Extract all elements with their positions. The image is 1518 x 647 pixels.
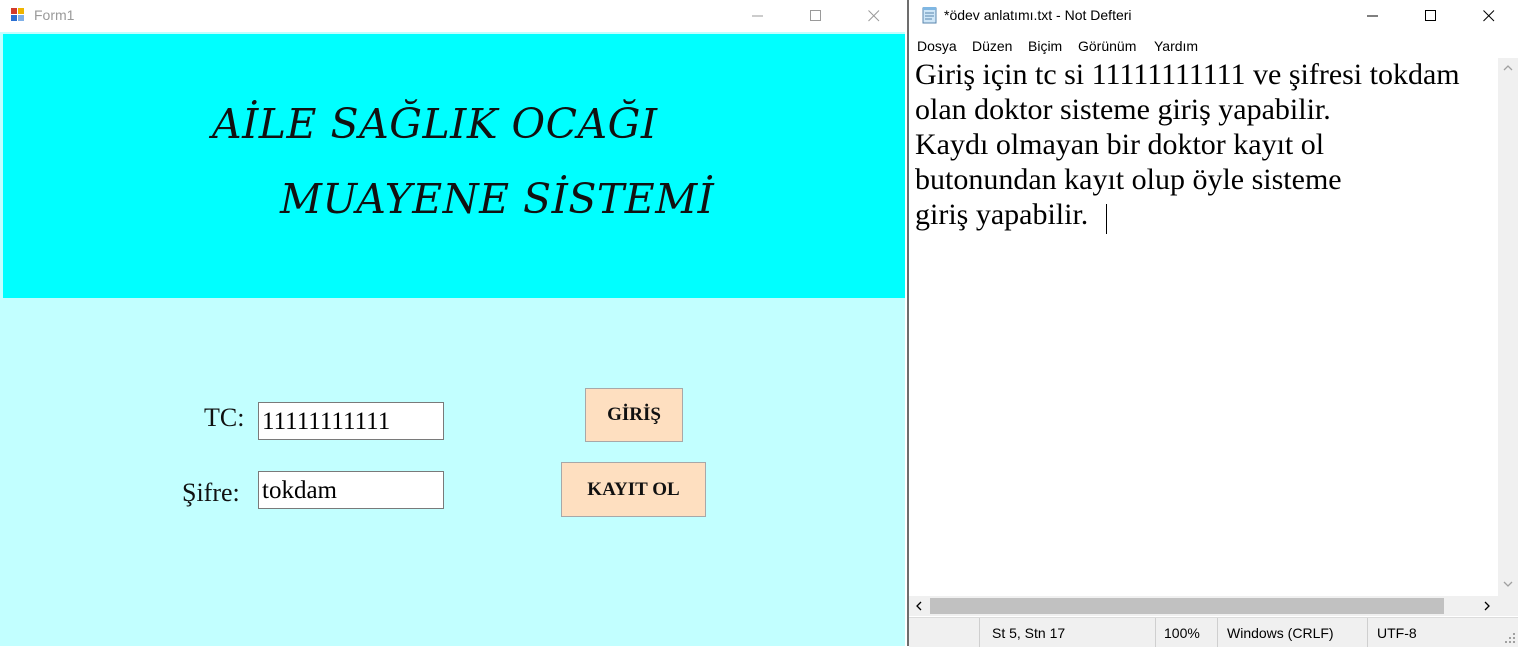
close-icon <box>868 10 880 22</box>
giris-button[interactable]: GİRİŞ <box>585 388 683 442</box>
scroll-down-icon[interactable] <box>1503 580 1513 588</box>
minimize-icon <box>1367 15 1378 17</box>
close-button[interactable] <box>845 0 903 32</box>
scroll-up-icon[interactable] <box>1503 64 1513 72</box>
minimize-icon <box>752 15 763 17</box>
text-line-2: olan doktor sisteme giriş yapabilir. <box>915 93 1331 126</box>
menu-gorunum[interactable]: Görünüm <box>1078 38 1136 54</box>
text-line-3: Kaydı olmayan bir doktor kayıt ol <box>915 128 1325 161</box>
form1-titlebar[interactable]: Form1 <box>0 0 905 32</box>
heading-line-2: MUAYENE SİSTEMİ <box>280 175 715 223</box>
text-line-1: Giriş için tc si 11111111111 ve şifresi … <box>915 58 1460 91</box>
notepad-close-button[interactable] <box>1460 0 1518 32</box>
sifre-input[interactable]: tokdam <box>258 471 444 509</box>
status-position: St 5, Stn 17 <box>992 625 1066 641</box>
scroll-left-icon[interactable] <box>915 601 923 611</box>
form-app-icon <box>11 8 24 21</box>
title-banner <box>3 34 905 298</box>
form1-title: Form1 <box>34 7 75 23</box>
status-line-ending: Windows (CRLF) <box>1227 625 1334 641</box>
text-caret <box>1106 204 1107 234</box>
tc-label: TC: <box>204 403 245 432</box>
tc-input[interactable]: 11111111111 <box>258 402 444 440</box>
status-encoding: UTF-8 <box>1377 625 1417 641</box>
maximize-button[interactable] <box>787 0 845 32</box>
text-line-5: giriş yapabilir. <box>915 198 1089 231</box>
form1-window: Form1 AİLE SAĞLIK OCAĞI MUAYENE SİSTEMİ … <box>0 0 905 646</box>
notepad-window: *ödev anlatımı.txt - Not Defteri Dosya D… <box>907 0 1518 647</box>
resize-grip-icon[interactable] <box>1505 633 1516 644</box>
status-cell-zoom: 100% <box>1155 618 1217 647</box>
menu-duzen[interactable]: Düzen <box>972 38 1012 54</box>
horizontal-scrollbar[interactable] <box>909 596 1498 616</box>
vertical-scrollbar[interactable] <box>1498 58 1518 596</box>
scroll-right-icon[interactable] <box>1483 601 1491 611</box>
text-line-4: butonundan kayıt olup öyle sisteme <box>915 163 1342 196</box>
notepad-title: *ödev anlatımı.txt - Not Defteri <box>944 7 1132 23</box>
notepad-maximize-button[interactable] <box>1402 0 1460 32</box>
status-cell-line-ending: Windows (CRLF) <box>1217 618 1367 647</box>
minimize-button[interactable] <box>729 0 787 32</box>
status-cell-encoding: UTF-8 <box>1367 618 1518 647</box>
notepad-icon <box>922 7 937 24</box>
horizontal-scroll-thumb[interactable] <box>930 598 1444 614</box>
scroll-corner <box>1498 596 1518 616</box>
sifre-label: Şifre: <box>182 478 240 507</box>
notepad-minimize-button[interactable] <box>1344 0 1402 32</box>
notepad-text-area[interactable]: Giriş için tc si 11111111111 ve şifresi … <box>909 58 1498 596</box>
status-cell-position: St 5, Stn 17 <box>979 618 1155 647</box>
menu-dosya[interactable]: Dosya <box>917 38 957 54</box>
kayit-ol-button[interactable]: KAYIT OL <box>561 462 706 517</box>
notepad-titlebar[interactable]: *ödev anlatımı.txt - Not Defteri <box>909 0 1518 31</box>
menu-bicim[interactable]: Biçim <box>1028 38 1062 54</box>
maximize-icon <box>1425 10 1436 21</box>
status-bar: St 5, Stn 17 100% Windows (CRLF) UTF-8 <box>909 617 1518 647</box>
heading-line-1: AİLE SAĞLIK OCAĞI <box>212 100 658 148</box>
menu-yardim[interactable]: Yardım <box>1154 38 1198 54</box>
close-icon <box>1483 10 1495 22</box>
notepad-menubar: Dosya Düzen Biçim Görünüm Yardım <box>909 34 1518 58</box>
maximize-icon <box>810 10 821 21</box>
status-zoom: 100% <box>1164 625 1200 641</box>
